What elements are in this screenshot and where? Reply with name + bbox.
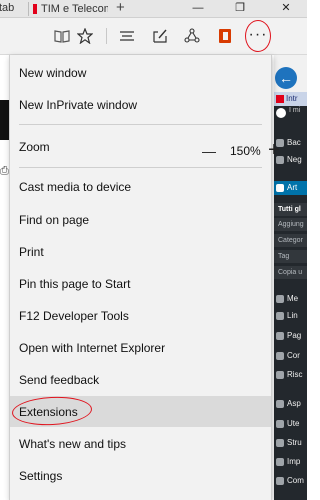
menu-item-label: New InPrivate window	[19, 97, 138, 112]
wp-submenu-item[interactable]: Tag	[274, 250, 307, 263]
menu-item-label: Find on page	[19, 212, 90, 227]
menu-item-label: Send feedback	[19, 372, 100, 387]
minimize-button[interactable]: —	[180, 0, 216, 17]
menu-item-label: Settings	[19, 468, 63, 483]
menu-item-new-inprivate-window[interactable]: New InPrivate window	[10, 89, 271, 120]
wrench-icon	[276, 439, 284, 447]
menu-item-label: New window	[19, 65, 87, 80]
wp-menu-item[interactable]: Cor	[274, 349, 307, 363]
star-icon[interactable]	[75, 26, 95, 46]
menu-item-cast-media[interactable]: Cast media to device	[10, 171, 271, 202]
wp-menu-item[interactable]: Pag	[274, 329, 307, 343]
menu-item-label: Cast media to device	[19, 179, 132, 194]
wp-submenu-item[interactable]: Categor	[274, 234, 307, 247]
menu-item-send-feedback[interactable]: Send feedback	[10, 364, 271, 395]
menu-item-label: Zoom	[19, 139, 50, 154]
share-icon[interactable]	[182, 26, 202, 46]
wp-menu-item[interactable]: Com	[274, 474, 307, 488]
printer-icon: ⎙	[0, 165, 9, 177]
menu-divider	[19, 124, 262, 125]
list-icon	[276, 371, 284, 379]
restore-button[interactable]: ❐	[222, 0, 258, 17]
close-button[interactable]: ✕	[268, 0, 304, 17]
settings-icon	[276, 458, 284, 466]
menu-item-pin-to-start[interactable]: Pin this page to Start	[10, 268, 271, 299]
tim-logo-icon	[33, 3, 37, 14]
link-icon	[276, 312, 284, 320]
wp-site-sub: I mi	[289, 107, 301, 114]
pen-note-icon[interactable]	[150, 26, 170, 46]
wp-menu-item[interactable]: Lin	[274, 309, 307, 323]
wp-menu-item[interactable]: Me	[274, 292, 307, 306]
address-toolbar: ···	[0, 18, 307, 55]
collapse-icon	[276, 477, 284, 485]
wp-site-title: Intr	[286, 94, 298, 103]
menu-item-f12-tools[interactable]: F12 Developer Tools	[10, 300, 271, 331]
menu-item-settings[interactable]: Settings	[10, 460, 271, 491]
menu-item-extensions[interactable]: Extensions	[10, 396, 271, 427]
tab-strip: tab TIM e Telecom + — ❐ ✕	[0, 0, 307, 18]
tim-logo-icon	[276, 95, 284, 103]
new-tab-button[interactable]: +	[116, 0, 125, 16]
toolbar-divider	[106, 28, 107, 44]
wp-menu-item[interactable]: Imp	[274, 455, 307, 469]
menu-item-new-window[interactable]: New window	[10, 57, 271, 88]
comment-icon	[276, 352, 284, 360]
wp-submenu-item[interactable]: Copia u	[274, 266, 307, 279]
media-icon	[276, 295, 284, 303]
tab-divider	[28, 2, 29, 16]
brush-icon	[276, 400, 284, 408]
menu-item-label: Extensions	[19, 404, 78, 419]
menu-item-whats-new[interactable]: What's new and tips	[10, 428, 271, 459]
tab-previous[interactable]: tab	[0, 0, 27, 17]
hub-lines-icon[interactable]	[117, 26, 137, 46]
menu-item-find-on-page[interactable]: Find on page	[10, 204, 271, 235]
zoom-in-button[interactable]: +	[265, 139, 283, 161]
back-arrow-icon[interactable]: ←	[275, 67, 297, 89]
menu-item-label: Open with Internet Explorer	[19, 340, 166, 355]
pin-icon	[276, 184, 284, 192]
menu-item-open-with-ie[interactable]: Open with Internet Explorer	[10, 332, 271, 363]
wp-menu-item[interactable]: Stru	[274, 436, 307, 450]
menu-divider	[19, 167, 262, 168]
wp-submenu-item[interactable]: Tutti gl	[274, 203, 307, 216]
wp-menu-item[interactable]: Risc	[274, 368, 307, 382]
wp-menu-item[interactable]: Ute	[274, 417, 307, 431]
wp-site-link[interactable]: Intr	[274, 92, 307, 106]
zoom-out-button[interactable]: —	[201, 141, 217, 161]
tab-title: TIM e Telecom	[41, 2, 108, 15]
page-icon	[276, 332, 284, 340]
menu-item-label: Pin this page to Start	[19, 276, 131, 291]
wp-submenu-item[interactable]: Aggiung	[274, 218, 307, 231]
menu-item-label: Print	[19, 244, 44, 259]
user-icon	[276, 420, 284, 428]
menu-item-label: F12 Developer Tools	[19, 308, 129, 323]
wp-menu-item[interactable]: Asp	[274, 397, 307, 411]
wp-menu-item-active[interactable]: Art	[274, 181, 307, 195]
office-icon[interactable]	[215, 26, 235, 46]
menu-item-label: What's new and tips	[19, 436, 127, 451]
wordpress-icon	[276, 108, 286, 118]
wp-admin-sidebar: ← Intr I mi Bac Neg Art Tutti gl Aggiung…	[274, 55, 307, 500]
tab-active[interactable]: TIM e Telecom	[33, 0, 108, 17]
menu-item-print[interactable]: Print	[10, 236, 271, 267]
book-icon[interactable]	[52, 26, 72, 46]
zoom-level: 150%	[230, 144, 261, 158]
more-actions-menu: New window New InPrivate window Zoom — 1…	[9, 55, 280, 500]
more-actions-button[interactable]: ···	[244, 22, 272, 48]
